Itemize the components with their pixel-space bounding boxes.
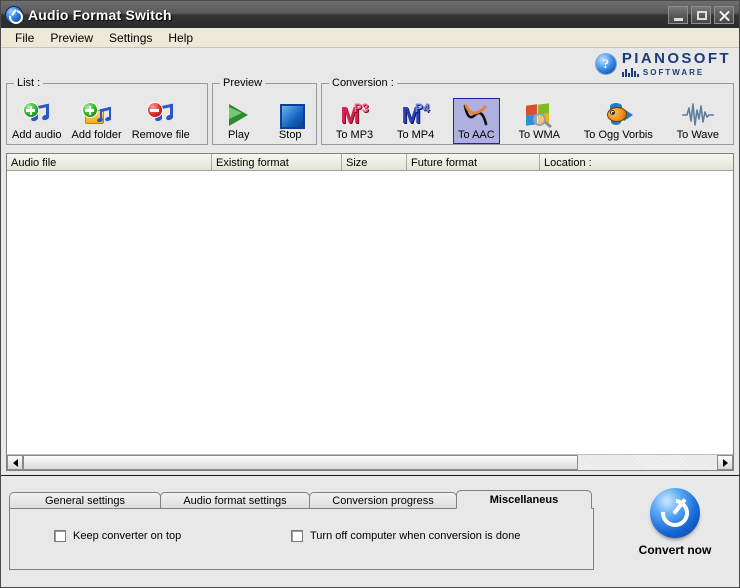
to-wave-label: To Wave [676,129,720,141]
title-bar: Audio Format Switch [1,1,739,28]
to-wma-button[interactable]: To WMA [513,98,565,144]
stop-button[interactable]: Stop [271,98,309,144]
toolbar-group-preview: Preview Play Stop [212,77,317,145]
add-folder-icon [82,102,112,128]
remove-file-icon [147,102,174,128]
turn-off-computer-checkbox[interactable] [291,530,303,542]
keep-converter-on-top-checkbox[interactable] [54,530,66,542]
add-audio-label: Add audio [12,129,62,141]
convert-orb-icon [650,488,700,538]
brand-name: PIANOSOFT [621,50,731,67]
remove-file-label: Remove file [131,129,190,141]
equalizer-bars-icon [621,68,639,77]
menu-bar: File Preview Settings Help [1,28,739,48]
to-mp4-button[interactable]: M P4 To MP4 [392,98,439,144]
keep-on-top-row: Keep converter on top [54,530,181,542]
menu-item-help[interactable]: Help [160,29,201,47]
scrollbar-thumb[interactable] [23,455,579,470]
horizontal-scrollbar[interactable] [7,454,733,470]
ogg-fish-icon [602,102,634,128]
add-folder-button[interactable]: Add folder [67,98,127,144]
file-list: Audio file Existing format Size Future f… [6,153,734,471]
to-ogg-vorbis-button[interactable]: To Ogg Vorbis [579,98,658,144]
brand-text: PIANOSOFT SOFTWARE [621,50,731,77]
add-audio-icon [23,102,50,128]
column-header-future-format[interactable]: Future format [407,154,540,170]
add-folder-label: Add folder [71,129,122,141]
toolbar-group-list: List : Add audio Add folder Remove file [6,77,208,145]
aac-icon [461,102,491,128]
windows-media-icon [524,102,554,129]
play-button[interactable]: Play [220,98,258,144]
group-label-preview: Preview [220,77,266,89]
menu-item-preview[interactable]: Preview [42,29,101,47]
to-aac-button[interactable]: To AAC [453,98,500,144]
window-controls [668,5,734,24]
minimize-button[interactable] [668,5,688,24]
column-header-location[interactable]: Location : [540,154,733,170]
mp4-icon: M P4 [401,101,430,128]
tab-miscellaneus[interactable]: Miscellaneus [456,490,592,509]
to-mp3-button[interactable]: M P3 To MP3 [331,98,378,144]
close-button[interactable] [714,5,734,24]
group-label-list: List : [14,77,44,89]
file-list-body[interactable] [7,171,733,454]
play-icon [225,102,253,128]
brand-tagline: SOFTWARE [642,67,705,77]
brand-sub-row: SOFTWARE [621,67,731,77]
to-ogg-vorbis-label: To Ogg Vorbis [583,129,653,141]
menu-item-file[interactable]: File [7,29,42,47]
turn-off-computer-label: Turn off computer when conversion is don… [310,530,521,542]
scroll-right-icon[interactable] [717,455,733,470]
brand-logo: PIANOSOFT SOFTWARE [595,50,731,77]
mp3-icon: M P3 [340,101,369,128]
toolbar-group-conversion: Conversion : M P3 To MP3 M P4 To MP4 To … [321,77,734,145]
remove-file-button[interactable]: Remove file [127,98,195,144]
menu-item-settings[interactable]: Settings [101,29,160,47]
application-window: Audio Format Switch File Preview Setting… [0,0,740,588]
play-label: Play [228,129,250,141]
scroll-left-icon[interactable] [7,455,23,470]
convert-now-button[interactable]: Convert now [621,488,729,557]
tab-conversion-progress[interactable]: Conversion progress [309,492,457,509]
stop-icon [276,102,306,129]
window-title: Audio Format Switch [28,6,172,23]
file-list-header: Audio file Existing format Size Future f… [7,154,733,171]
tab-content-miscellaneus: Keep converter on top Turn off computer … [9,508,594,570]
tab-general-settings[interactable]: General settings [9,492,161,509]
app-logo-icon [6,6,22,23]
keep-converter-on-top-label: Keep converter on top [73,530,182,542]
to-mp3-label: To MP3 [335,129,374,141]
add-audio-button[interactable]: Add audio [7,98,67,144]
to-wma-label: To WMA [518,129,561,141]
question-mark-icon[interactable] [595,54,616,74]
maximize-button[interactable] [691,5,711,24]
group-label-conversion: Conversion : [329,77,397,89]
settings-tabs: General settings Audio format settings C… [9,490,594,571]
turn-off-computer-row: Turn off computer when conversion is don… [291,530,520,542]
to-aac-label: To AAC [458,129,495,141]
scrollbar-track[interactable] [23,455,717,470]
bottom-panel: General settings Audio format settings C… [1,475,739,587]
column-header-audio-file[interactable]: Audio file [7,154,212,170]
stop-label: Stop [278,129,302,141]
waveform-icon [681,102,715,128]
column-header-existing-format[interactable]: Existing format [212,154,342,170]
to-mp4-label: To MP4 [396,129,435,141]
convert-now-label: Convert now [638,543,712,557]
column-header-size[interactable]: Size [342,154,407,170]
to-wave-button[interactable]: To Wave [672,98,724,144]
tab-audio-format-settings[interactable]: Audio format settings [160,492,310,509]
tab-strip: General settings Audio format settings C… [9,490,594,509]
